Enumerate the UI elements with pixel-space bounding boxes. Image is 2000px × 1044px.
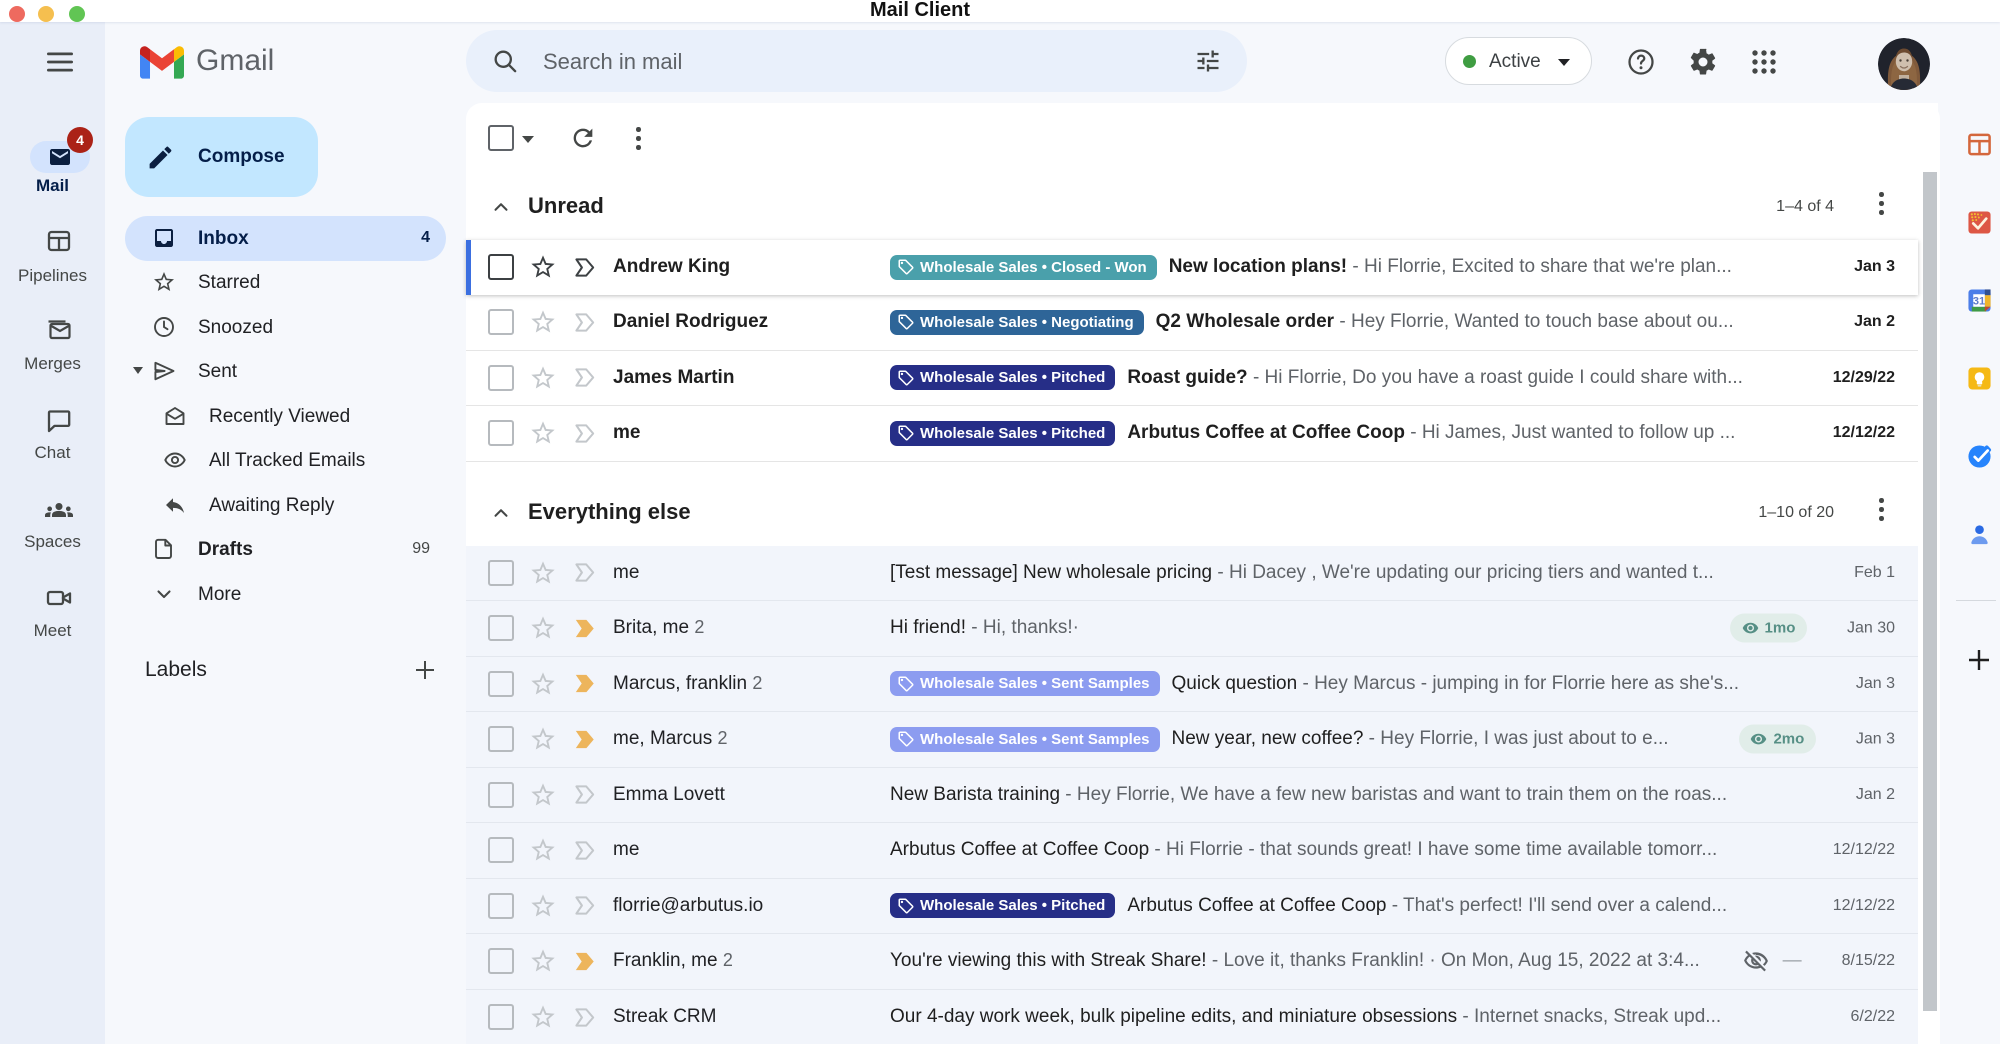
svg-text:31: 31 xyxy=(1973,295,1985,307)
